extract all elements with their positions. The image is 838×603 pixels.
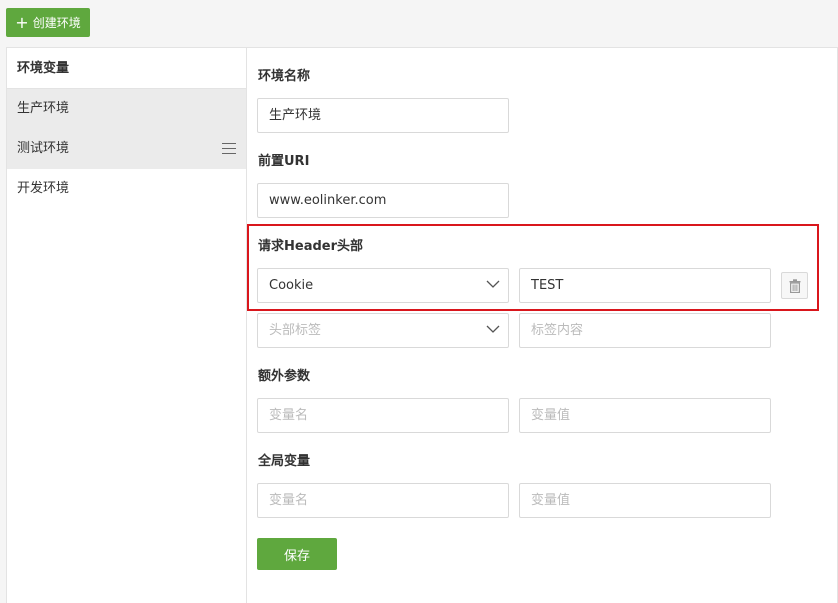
chevron-down-icon xyxy=(486,325,500,333)
extra-param-name-input[interactable]: 变量名 xyxy=(257,398,509,433)
create-environment-label: 创建环境 xyxy=(32,16,81,30)
uri-input[interactable]: www.eolinker.com xyxy=(257,183,509,218)
plus-icon: + xyxy=(15,12,29,32)
menu-icon[interactable] xyxy=(222,143,236,155)
save-button[interactable]: 保存 xyxy=(257,538,337,570)
new-header-key-select[interactable]: 头部标签 xyxy=(257,313,509,348)
new-header-key-placeholder: 头部标签 xyxy=(269,323,322,338)
headers-label: 请求Header头部 xyxy=(258,239,364,254)
global-vars-label: 全局变量 xyxy=(258,454,311,469)
delete-header-button[interactable] xyxy=(781,272,808,299)
top-toolbar: + 创建环境 xyxy=(0,0,838,48)
trash-icon xyxy=(789,278,800,293)
header-key-value: Cookie xyxy=(269,278,314,293)
new-header-value-input[interactable]: 标签内容 xyxy=(519,313,771,348)
env-name-label: 环境名称 xyxy=(258,69,311,84)
chevron-down-icon xyxy=(486,280,500,288)
environment-form: 环境名称 生产环境 前置URI www.eolinker.com 请求Heade… xyxy=(247,48,837,603)
uri-label: 前置URI xyxy=(258,154,310,169)
sidebar-item-testing[interactable]: 测试环境 xyxy=(7,129,246,169)
header-key-select[interactable]: Cookie xyxy=(257,268,509,303)
sidebar-item-label: 生产环境 xyxy=(17,101,70,116)
environment-sidebar: 环境变量 生产环境 测试环境 开发环境 xyxy=(7,48,247,603)
sidebar-item-production[interactable]: 生产环境 xyxy=(7,89,246,129)
global-var-name-input[interactable]: 变量名 xyxy=(257,483,509,518)
environment-panel: 环境变量 生产环境 测试环境 开发环境 环境名称 生产环境 前置URI www.… xyxy=(6,47,838,603)
env-name-input[interactable]: 生产环境 xyxy=(257,98,509,133)
sidebar-item-label: 开发环境 xyxy=(17,181,70,196)
extra-params-label: 额外参数 xyxy=(258,369,311,384)
global-var-value-input[interactable]: 变量值 xyxy=(519,483,771,518)
extra-param-value-input[interactable]: 变量值 xyxy=(519,398,771,433)
sidebar-title: 环境变量 xyxy=(7,48,246,89)
sidebar-item-development[interactable]: 开发环境 xyxy=(7,169,246,209)
header-value-input[interactable]: TEST xyxy=(519,268,771,303)
create-environment-button[interactable]: + 创建环境 xyxy=(6,8,90,37)
sidebar-item-label: 测试环境 xyxy=(17,141,70,156)
